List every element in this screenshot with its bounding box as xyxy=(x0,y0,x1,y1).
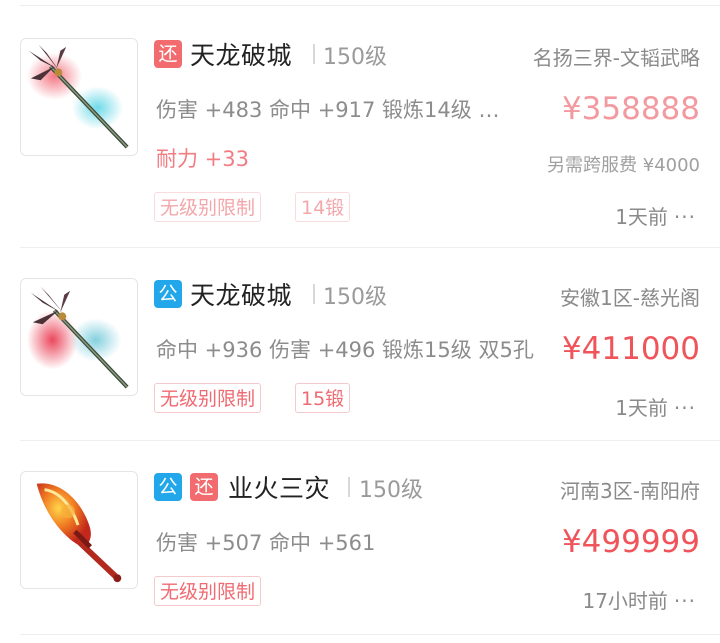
huan-tag: 还 xyxy=(154,40,182,68)
forge-badge: 15锻 xyxy=(295,383,351,413)
time-text: 1天前 xyxy=(615,205,668,229)
item-level: 150级 xyxy=(359,478,423,503)
no-level-limit-badge: 无级别限制 xyxy=(154,192,262,222)
separator xyxy=(313,44,315,64)
server-name: 河南3区-南阳府 xyxy=(560,479,700,503)
more-options-icon[interactable]: ··· xyxy=(674,396,696,420)
item-attributes: 伤害 +483 命中 +917 锻炼14级 … xyxy=(156,98,500,122)
separator xyxy=(348,477,350,497)
item-name: 业火三灾 xyxy=(228,474,331,503)
listing-card[interactable]: 公 还 业火三灾 150级 河南3区-南阳府 伤害 +507 命中 +561 ¥… xyxy=(0,441,720,643)
listing-time: 1天前 ··· xyxy=(615,201,696,230)
more-options-icon[interactable]: ··· xyxy=(674,205,696,229)
server-name: 名扬三界-文韬武略 xyxy=(532,46,700,70)
item-level: 150级 xyxy=(323,285,387,310)
item-price: ¥411000 xyxy=(561,331,700,367)
spear-weapon-icon xyxy=(20,278,138,396)
gong-tag: 公 xyxy=(154,473,182,501)
gong-tag: 公 xyxy=(154,280,182,308)
listing-time: 1天前 ··· xyxy=(615,392,696,421)
separator xyxy=(313,284,315,304)
time-text: 1天前 xyxy=(615,396,668,420)
item-name: 天龙破城 xyxy=(190,281,293,310)
item-name: 天龙破城 xyxy=(190,41,293,70)
listing-card[interactable]: 公 天龙破城 150级 安徽1区-慈光阁 命中 +936 伤害 +496 锻炼1… xyxy=(0,248,720,440)
item-price: ¥499999 xyxy=(561,524,700,560)
item-level: 150级 xyxy=(323,45,387,70)
row-divider xyxy=(20,634,720,635)
server-name: 安徽1区-慈光阁 xyxy=(560,286,700,310)
time-text: 17小时前 xyxy=(582,589,668,613)
item-price: ¥358888 xyxy=(561,91,700,127)
extra-attribute: 耐力 +33 xyxy=(156,147,249,171)
more-options-icon[interactable]: ··· xyxy=(674,589,696,613)
item-attributes: 伤害 +507 命中 +561 xyxy=(156,531,376,555)
huan-tag: 还 xyxy=(190,473,218,501)
spear-weapon-icon xyxy=(20,38,138,156)
listing-card[interactable]: 还 天龙破城 150级 名扬三界-文韬武略 伤害 +483 命中 +917 锻炼… xyxy=(0,0,720,248)
forge-badge: 14锻 xyxy=(295,192,351,222)
cross-server-fee: 另需跨服费 ¥4000 xyxy=(547,155,700,176)
no-level-limit-badge: 无级别限制 xyxy=(154,576,262,606)
listing-time: 17小时前 ··· xyxy=(582,585,696,614)
item-attributes: 命中 +936 伤害 +496 锻炼15级 双5孔 xyxy=(156,338,534,362)
no-level-limit-badge: 无级别限制 xyxy=(154,383,262,413)
flame-sword-weapon-icon xyxy=(20,471,138,589)
